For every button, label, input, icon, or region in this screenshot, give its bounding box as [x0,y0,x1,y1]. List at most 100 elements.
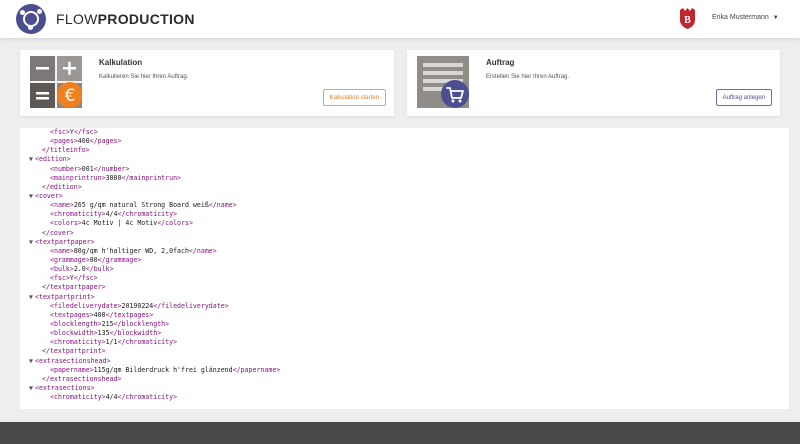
xml-line: </cover> [20,229,789,238]
xml-open-tag: </textpartprint> [42,347,106,356]
xml-open-tag: <name> [50,201,74,210]
xml-open-tag: <extrasections> [35,383,95,392]
xml-open-tag: <chromaticity> [50,210,106,219]
xml-open-tag: <mainprintrun> [50,173,106,182]
xml-open-tag: <pages> [50,137,78,146]
chevron-down-icon: ▼ [772,14,779,21]
xml-line: <fsc>Y</fsc> [20,128,789,137]
xml-open-tag: <filedeliverydate> [50,301,122,310]
xml-value: 4/4 [105,393,118,402]
xml-value: 4/4 [105,210,118,219]
xml-close-tag: </number> [93,164,130,173]
xml-line: <blockwidth>135</blockwidth> [20,329,789,338]
xml-open-tag: <chromaticity> [50,338,106,347]
xml-open-tag: </textpartpaper> [42,283,106,292]
create-order-button[interactable]: Auftrag anlegen [715,89,772,106]
calculation-description: Kalkulieren Sie hier Ihren Auftrag. [99,74,189,80]
svg-text:€: € [65,86,76,106]
xml-close-tag: </blocklength> [113,319,170,328]
xml-line: </textpartpaper> [20,283,789,292]
app-name-bold: PRODUCTION [97,11,195,27]
xml-value: 80g/qm h'haltiger WD, 2,0fach [73,246,189,255]
xml-open-tag: <name> [50,246,74,255]
xml-line: <papername>115g/qm Bilderdruck h'frei gl… [20,366,789,375]
calculator-euro-icon: € [30,56,82,108]
xml-value: 2.0 [73,265,86,274]
xml-value: 265 g/qm natural Strong Board weiß [73,201,209,210]
xml-line: ▼ <textpartpaper> [20,238,789,247]
xml-line: ▼ <extrasections> [20,384,789,393]
xml-close-tag: </pages> [89,137,122,146]
xml-line: <bulk>2.0</bulk> [20,265,789,274]
brand-badge-letter: B [684,15,691,26]
footer-bar [0,422,800,444]
user-name: Erika Mustermann [712,14,769,21]
xml-close-tag: </chromaticity> [117,338,178,347]
app-header: FLOWPRODUCTION B Erika Mustermann ▼ [0,0,800,38]
xml-line: <name>80g/qm h'haltiger WD, 2,0fach</nam… [20,247,789,256]
app-name-light: FLOW [56,11,98,27]
flow-logo-icon [16,4,46,34]
xml-line: </edition> [20,183,789,192]
xml-close-tag: </colors> [157,219,193,228]
xml-close-tag: </textpages> [105,310,154,319]
xml-close-tag: </grammage> [97,255,142,264]
xml-line: </titleinfo> [20,146,789,155]
xml-line: ▼ <edition> [20,155,789,164]
xml-open-tag: <bulk> [50,265,74,274]
app-name: FLOWPRODUCTION [56,11,195,27]
xml-open-tag: <cover> [35,191,63,200]
xml-value: 1/1 [105,338,118,347]
xml-close-tag: </mainprintrun> [121,173,182,182]
xml-line: <pages>400</pages> [20,137,789,146]
xml-open-tag: <textpartprint> [35,292,95,301]
xml-open-tag: <fsc> [50,128,70,136]
xml-value: 400 [93,310,106,319]
xml-open-tag: <textpartpaper> [35,237,95,246]
xml-close-tag: </name> [208,201,237,210]
xml-value: 4c Motiv | 4c Motiv [81,219,158,228]
xml-line: <filedeliverydate>20190224</filedelivery… [20,302,789,311]
xml-close-tag: </fsc> [73,274,98,283]
xml-line: <number>001</number> [20,165,789,174]
order-description: Erstellen Sie hier Ihren Auftrag. [486,74,570,80]
xml-open-tag: <colors> [50,219,82,228]
order-title: Auftrag [486,58,515,67]
xml-value: 80 [89,255,98,264]
xml-line: <colors>4c Motiv | 4c Motiv</colors> [20,219,789,228]
xml-value: 400 [77,137,90,146]
xml-line: <chromaticity>4/4</chromaticity> [20,210,789,219]
start-calculation-button[interactable]: Kalkulation starten [322,89,386,106]
xml-value: 3000 [105,173,122,182]
xml-line: <chromaticity>4/4</chromaticity> [20,393,789,402]
xml-line: ▼ <cover> [20,192,789,201]
xml-open-tag: <blockwidth> [50,329,98,338]
xml-close-tag: </chromaticity> [117,393,178,402]
user-menu[interactable]: Erika Mustermann ▼ [712,14,779,21]
xml-open-tag: <blocklength> [50,319,102,328]
xml-open-tag: </extrasectionshead> [42,374,122,383]
app-logo[interactable]: FLOWPRODUCTION [16,4,195,34]
calculation-title: Kalkulation [99,58,143,67]
xml-line: ▼ <textpartprint> [20,293,789,302]
xml-line: <name>265 g/qm natural Strong Board weiß… [20,201,789,210]
xml-open-tag: </edition> [42,182,82,191]
xml-line: </textpartprint> [20,347,789,356]
xml-open-tag: </cover> [42,228,74,237]
xml-close-tag: </blockwidth> [109,329,162,338]
xml-open-tag: <number> [50,164,82,173]
xml-line: ▼ <extrasectionshead> [20,357,789,366]
xml-line: </extrasectionshead> [20,375,789,384]
xml-open-tag: <extrasectionshead> [35,356,111,365]
xml-line: <blocklength>215</blocklength> [20,320,789,329]
xml-value: 001 [81,164,94,173]
xml-open-tag: <fsc> [50,274,70,283]
xml-line: <chromaticity>1/1</chromaticity> [20,338,789,347]
xml-value: 135 [97,329,110,338]
xml-open-tag: <textpages> [50,310,94,319]
xml-line: <textpages>400</textpages> [20,311,789,320]
xml-viewer[interactable]: <fsc>Y</fsc> <pages>400</pages> </titleinf… [20,128,789,409]
order-card: Auftrag Erstellen Sie hier Ihren Auftrag… [407,50,780,116]
xml-value: 215 [101,319,114,328]
xml-open-tag: <edition> [35,155,71,164]
